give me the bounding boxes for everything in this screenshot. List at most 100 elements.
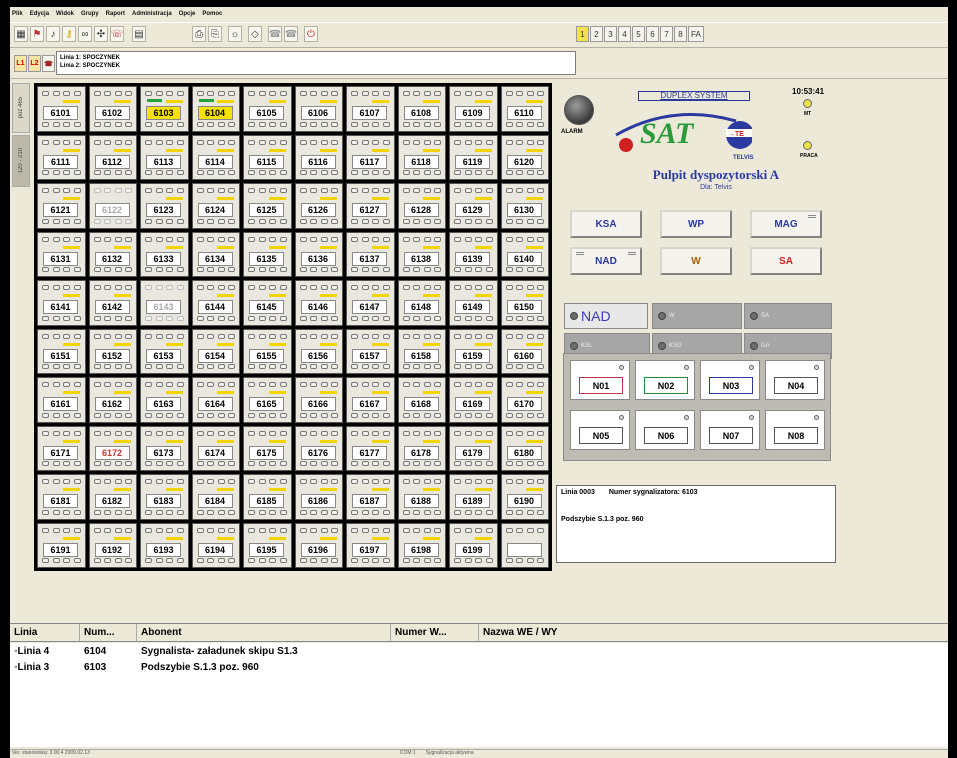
signal-cell[interactable]: 6179 <box>449 425 498 471</box>
signal-cell[interactable]: 6137 <box>346 231 395 277</box>
signal-cell[interactable]: 6114 <box>191 134 240 180</box>
list-row[interactable]: ◦Linia 4 6104 Sygnalista- załadunek skip… <box>10 646 298 661</box>
signal-cell[interactable]: 6105 <box>243 86 292 132</box>
signal-cell[interactable]: 6180 <box>500 425 549 471</box>
signal-cell[interactable]: 6108 <box>397 86 446 132</box>
monitor-icon[interactable]: ◇ <box>248 26 262 42</box>
menu-opcje[interactable]: Opcje <box>179 11 196 17</box>
side-tab-range[interactable]: 120 - 210 <box>12 135 30 187</box>
key-icon[interactable]: ⚷ <box>62 26 76 42</box>
menu-administracja[interactable]: Administracja <box>132 11 172 17</box>
signal-cell[interactable]: 6184 <box>191 474 240 520</box>
signal-cell[interactable]: 6168 <box>397 377 446 423</box>
signal-cell[interactable]: 6191 <box>37 522 86 568</box>
alarm-knob[interactable] <box>564 95 594 125</box>
page-tab-8[interactable]: 8 <box>674 26 687 42</box>
signal-cell[interactable]: 6165 <box>243 377 292 423</box>
n08-button[interactable]: N08 <box>765 410 825 450</box>
signal-cell[interactable]: 6161 <box>37 377 86 423</box>
binoculars-icon[interactable]: ∞ <box>78 26 92 42</box>
signal-cell[interactable]: 6125 <box>243 183 292 229</box>
menu-widok[interactable]: Widok <box>56 11 74 17</box>
signal-cell[interactable]: 6174 <box>191 425 240 471</box>
col-nazwa-we-wy[interactable]: Nazwa WE / WY <box>479 624 948 641</box>
signal-cell[interactable]: 6171 <box>37 425 86 471</box>
signal-cell[interactable]: 6166 <box>294 377 343 423</box>
menu-edycja[interactable]: Edycja <box>30 11 49 17</box>
signal-cell[interactable]: 6153 <box>140 328 189 374</box>
signal-cell[interactable]: 6107 <box>346 86 395 132</box>
side-tab-poz[interactable]: poz 465 <box>12 83 30 133</box>
signal-cell[interactable]: 6118 <box>397 134 446 180</box>
signal-cell[interactable]: 6194 <box>191 522 240 568</box>
signal-cell[interactable]: 6109 <box>449 86 498 132</box>
menu-plik[interactable]: Plik <box>12 11 23 17</box>
n03-button[interactable]: N03 <box>700 360 760 400</box>
w-button[interactable]: W <box>660 247 732 275</box>
signal-cell[interactable]: 6158 <box>397 328 446 374</box>
document-icon[interactable]: ▤ <box>132 26 146 42</box>
grid-icon[interactable]: ▦ <box>14 26 28 42</box>
signal-cell[interactable]: 6156 <box>294 328 343 374</box>
page-tab-1[interactable]: 1 <box>576 26 589 42</box>
signal-cell[interactable]: 6152 <box>88 328 137 374</box>
page-tab-4[interactable]: 4 <box>618 26 631 42</box>
signal-cell[interactable]: 6172 <box>88 425 137 471</box>
n02-button[interactable]: N02 <box>635 360 695 400</box>
page-tab-5[interactable]: 5 <box>632 26 645 42</box>
signal-cell[interactable]: 6116 <box>294 134 343 180</box>
signal-cell[interactable]: 6140 <box>500 231 549 277</box>
handset-icon[interactable]: ☎ <box>42 55 55 72</box>
signal-cell[interactable]: 6123 <box>140 183 189 229</box>
n07-button[interactable]: N07 <box>700 410 760 450</box>
signal-cell[interactable]: 6197 <box>346 522 395 568</box>
signal-cell[interactable]: 6117 <box>346 134 395 180</box>
gear-icon[interactable]: ☼ <box>228 26 242 42</box>
signal-cell[interactable]: 6193 <box>140 522 189 568</box>
menu-grupy[interactable]: Grupy <box>81 11 99 17</box>
signal-cell[interactable]: 6128 <box>397 183 446 229</box>
settings-icon[interactable]: ✣ <box>94 26 108 42</box>
signal-cell[interactable]: 6173 <box>140 425 189 471</box>
wp-button[interactable]: WP <box>660 210 732 238</box>
signal-cell[interactable]: 6178 <box>397 425 446 471</box>
signal-cell[interactable]: 6147 <box>346 280 395 326</box>
signal-cell[interactable]: 6115 <box>243 134 292 180</box>
signal-cell[interactable]: 6150 <box>500 280 549 326</box>
mag-button[interactable]: MAG <box>750 210 822 238</box>
n04-button[interactable]: N04 <box>765 360 825 400</box>
sa-button[interactable]: SA <box>750 247 822 275</box>
phone-icon[interactable]: ☎ <box>268 26 282 42</box>
signal-cell[interactable]: 6146 <box>294 280 343 326</box>
line-2-button[interactable]: L2 <box>28 55 41 72</box>
line-1-button[interactable]: L1 <box>14 55 27 72</box>
signal-cell[interactable]: 6182 <box>88 474 137 520</box>
signal-cell[interactable]: 6122 <box>88 183 137 229</box>
n05-button[interactable]: N05 <box>570 410 630 450</box>
col-linia[interactable]: Linia <box>10 624 80 641</box>
speaker-icon[interactable]: ♪ <box>46 26 60 42</box>
n06-button[interactable]: N06 <box>635 410 695 450</box>
signal-cell[interactable]: 6143 <box>140 280 189 326</box>
signal-cell[interactable]: 6141 <box>37 280 86 326</box>
signal-cell[interactable]: 6142 <box>88 280 137 326</box>
ksa-button[interactable]: KSA <box>570 210 642 238</box>
flag-icon[interactable]: ⚑ <box>30 26 44 42</box>
signal-cell[interactable]: 6186 <box>294 474 343 520</box>
signal-cell[interactable]: 6195 <box>243 522 292 568</box>
phone-group-icon[interactable]: ☎ <box>284 26 298 42</box>
page-tab-7[interactable]: 7 <box>660 26 673 42</box>
signal-cell[interactable]: 6163 <box>140 377 189 423</box>
signal-cell[interactable]: 6175 <box>243 425 292 471</box>
signal-cell[interactable] <box>500 522 549 568</box>
signal-cell[interactable]: 6151 <box>37 328 86 374</box>
signal-cell[interactable]: 6135 <box>243 231 292 277</box>
signal-cell[interactable]: 6131 <box>37 231 86 277</box>
list-row[interactable]: ◦Linia 3 6103 Podszybie S.1.3 poz. 960 <box>10 662 259 677</box>
signal-cell[interactable]: 6136 <box>294 231 343 277</box>
power-icon[interactable]: ⏻ <box>304 26 318 42</box>
col-num[interactable]: Num... <box>80 624 137 641</box>
menu-raport[interactable]: Raport <box>106 11 125 17</box>
nad-button[interactable]: NAD <box>570 247 642 275</box>
signal-cell[interactable]: 6110 <box>500 86 549 132</box>
